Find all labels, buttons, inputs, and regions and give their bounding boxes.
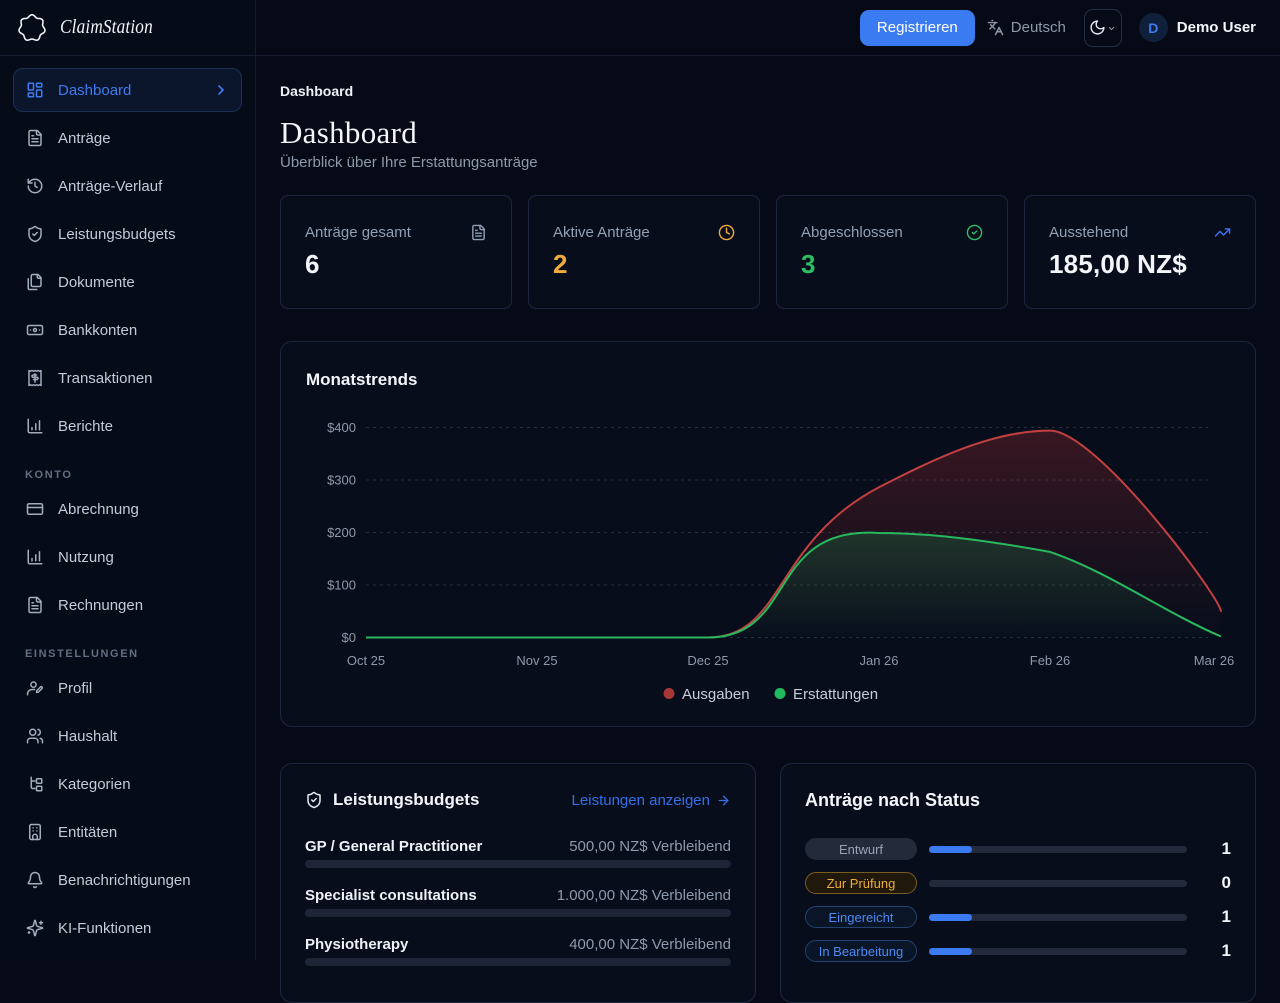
svg-text:$400: $400	[327, 420, 356, 435]
svg-text:Erstattungen: Erstattungen	[793, 686, 878, 703]
svg-text:Nov 25: Nov 25	[516, 653, 557, 668]
svg-text:$300: $300	[327, 473, 356, 488]
svg-text:Jan 26: Jan 26	[859, 653, 898, 668]
svg-text:Dec 25: Dec 25	[687, 653, 728, 668]
svg-text:Oct 25: Oct 25	[347, 653, 385, 668]
svg-text:Mar 26: Mar 26	[1194, 653, 1234, 668]
svg-text:Feb 26: Feb 26	[1030, 653, 1070, 668]
svg-text:$100: $100	[327, 578, 356, 593]
svg-text:$200: $200	[327, 525, 356, 540]
svg-text:Ausgaben: Ausgaben	[682, 686, 750, 703]
svg-text:$0: $0	[342, 630, 356, 645]
